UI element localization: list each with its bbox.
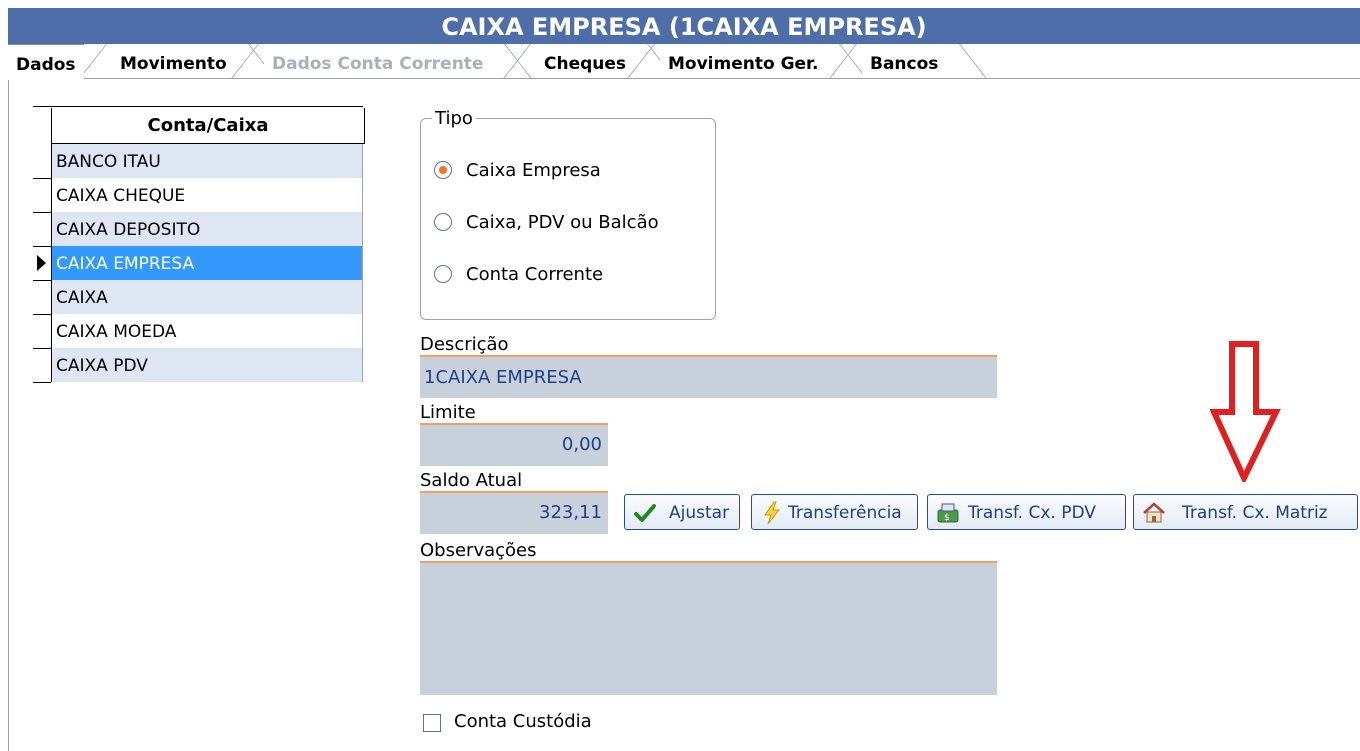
row-indicator xyxy=(33,246,51,281)
button-label: Transferência xyxy=(788,503,902,523)
grid-cell: CAIXA DEPOSITO xyxy=(51,212,363,246)
observacoes-field[interactable] xyxy=(420,561,997,695)
descricao-label: Descrição xyxy=(420,334,509,355)
row-indicator xyxy=(33,280,51,315)
panel-border xyxy=(8,78,9,751)
grid-cell: CAIXA PDV xyxy=(51,348,363,382)
button-label: Transf. Cx. PDV xyxy=(968,503,1096,523)
grid-row-caixa-cheque[interactable]: CAIXA CHEQUE xyxy=(33,178,363,213)
row-indicator xyxy=(33,144,51,179)
grid-row-caixa-moeda[interactable]: CAIXA MOEDA xyxy=(33,314,363,349)
lightning-icon xyxy=(764,501,781,525)
grid-top-border xyxy=(33,106,363,107)
limite-label: Limite xyxy=(420,402,476,423)
radio-button[interactable] xyxy=(434,161,452,179)
tab-movimento-ger[interactable]: Movimento Ger. xyxy=(660,44,827,78)
grid-row-caixa-deposito[interactable]: CAIXA DEPOSITO xyxy=(33,212,363,247)
row-indicator xyxy=(33,212,51,247)
button-label: Ajustar xyxy=(669,503,730,523)
house-icon xyxy=(1143,502,1165,523)
transf-cx-pdv-button[interactable]: $ Transf. Cx. PDV xyxy=(927,494,1126,530)
conta-custodia-checkbox[interactable] xyxy=(423,714,441,732)
cash-register-icon: $ xyxy=(937,503,959,523)
tab-strip: Dados Movimento Dados Conta Corrente Che… xyxy=(8,44,1360,80)
grid-row-caixa[interactable]: CAIXA xyxy=(33,280,363,315)
radio-button[interactable] xyxy=(434,265,452,283)
conta-custodia-label: Conta Custódia xyxy=(454,711,592,732)
grid-cell: BANCO ITAU xyxy=(51,144,363,178)
grid-cell: CAIXA CHEQUE xyxy=(51,178,363,212)
limite-field[interactable]: 0,00 xyxy=(420,423,608,466)
grid-column-header[interactable]: Conta/Caixa xyxy=(51,108,365,144)
radio-label: Conta Corrente xyxy=(466,264,604,285)
ajustar-button[interactable]: Ajustar xyxy=(624,494,740,530)
grid-row-caixa-empresa[interactable]: CAIXA EMPRESA xyxy=(33,246,363,281)
tab-dados[interactable]: Dados xyxy=(8,44,84,80)
saldo-atual-label: Saldo Atual xyxy=(420,470,523,491)
tab-cheques[interactable]: Cheques xyxy=(536,44,635,78)
tab-movimento[interactable]: Movimento xyxy=(112,44,235,78)
svg-text:$: $ xyxy=(944,513,950,523)
tab-dados-conta-corrente: Dados Conta Corrente xyxy=(264,44,492,78)
grid-cell: CAIXA xyxy=(51,280,363,314)
transf-cx-matriz-button[interactable]: Transf. Cx. Matriz xyxy=(1133,494,1358,530)
tipo-legend: Tipo xyxy=(432,108,476,129)
radio-label: Caixa Empresa xyxy=(466,160,601,181)
red-down-arrow-annotation xyxy=(1210,341,1281,482)
checkmark-icon xyxy=(634,504,656,522)
descricao-field[interactable]: 1CAIXA EMPRESA xyxy=(420,355,997,398)
observacoes-label: Observações xyxy=(420,540,537,561)
radio-label: Caixa, PDV ou Balcão xyxy=(466,212,659,233)
row-indicator xyxy=(33,348,51,383)
radio-button[interactable] xyxy=(434,213,452,231)
tab-bancos[interactable]: Bancos xyxy=(862,44,947,78)
row-indicator xyxy=(33,314,51,349)
grid-row-caixa-pdv[interactable]: CAIXA PDV xyxy=(33,348,363,383)
grid-row-banco-itau[interactable]: BANCO ITAU xyxy=(33,144,363,179)
button-label: Transf. Cx. Matriz xyxy=(1182,503,1328,523)
row-indicator xyxy=(33,178,51,213)
saldo-atual-field: 323,11 xyxy=(420,491,608,534)
window-title: CAIXA EMPRESA (1CAIXA EMPRESA) xyxy=(8,8,1360,44)
transferencia-button[interactable]: Transferência xyxy=(751,494,918,530)
grid-cell: CAIXA MOEDA xyxy=(51,314,363,348)
grid-cell: CAIXA EMPRESA xyxy=(51,246,363,280)
current-row-arrow-icon xyxy=(37,255,46,271)
